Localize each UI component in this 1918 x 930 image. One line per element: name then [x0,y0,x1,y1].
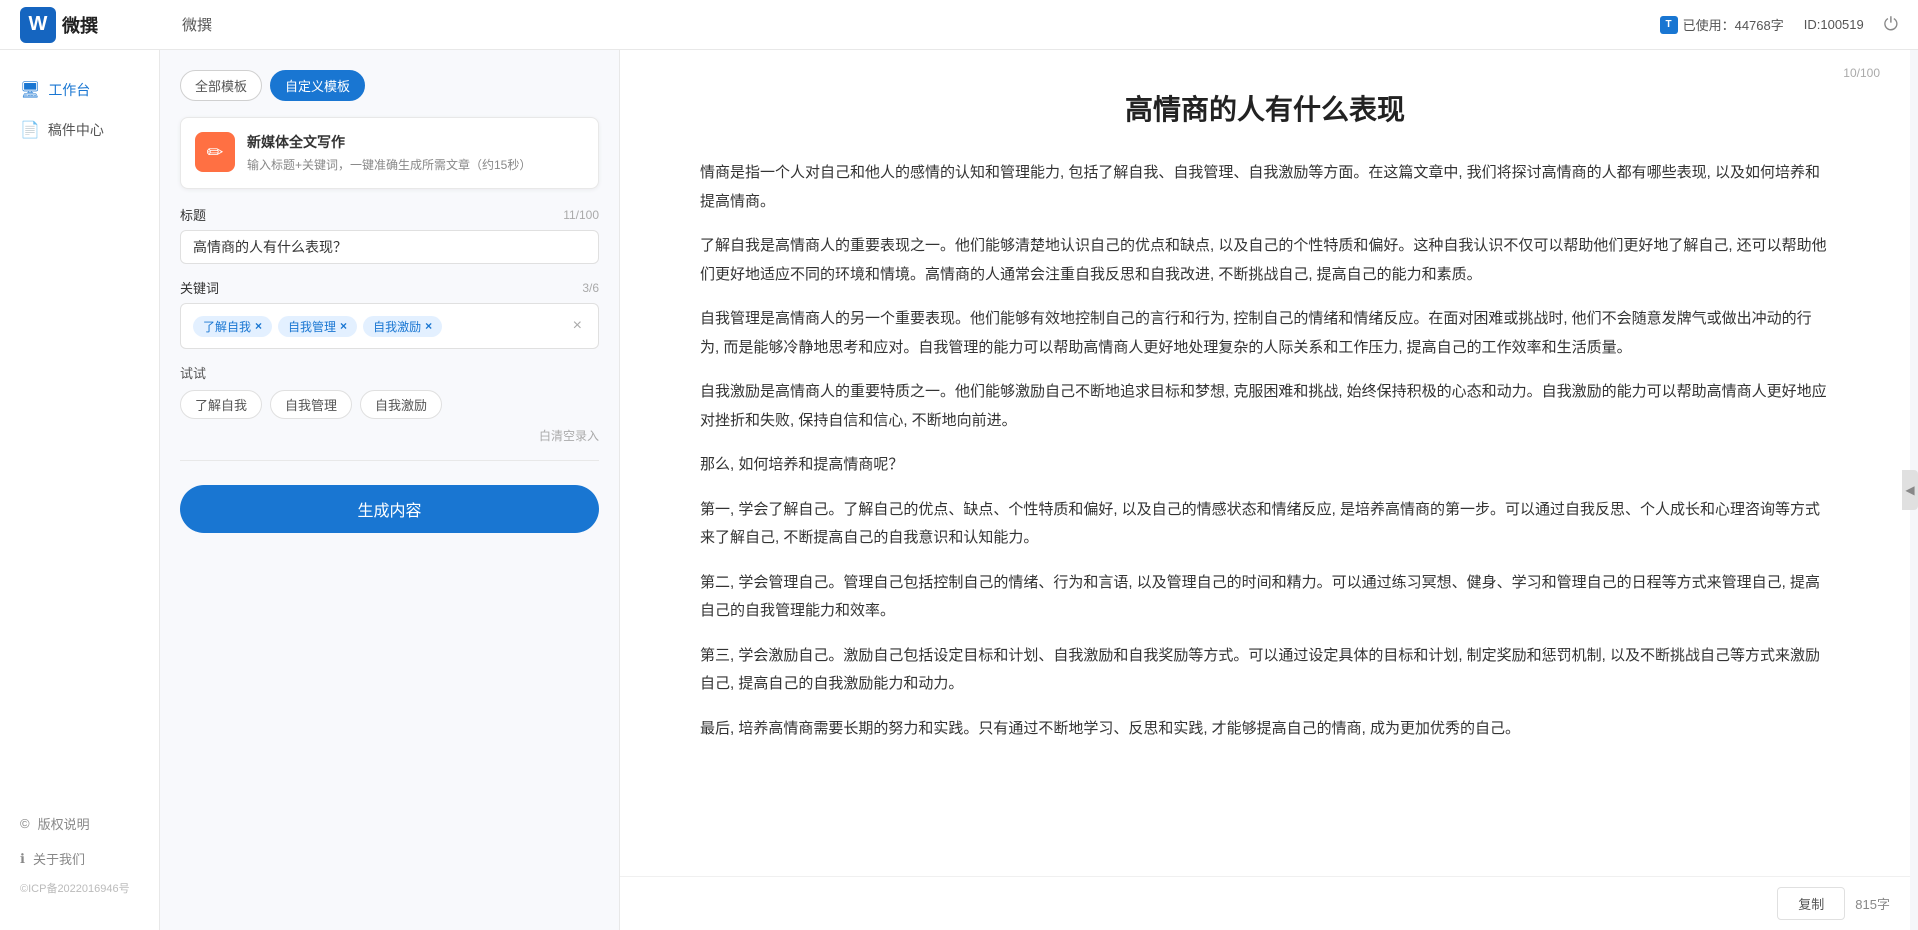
keyword-tag-2[interactable]: 自我管理 × [278,316,357,337]
tag-text-1: 了解自我 [203,318,251,335]
keywords-clear-btn[interactable]: × [569,317,586,335]
copyright-icon: © [20,816,30,831]
user-id: ID:100519 [1804,17,1864,32]
sidebar-copyright[interactable]: © 版权说明 [0,806,159,841]
collapse-handle[interactable]: ◀ [1902,470,1918,510]
keywords-box[interactable]: 了解自我 × 自我管理 × 自我激励 × × [180,303,599,349]
keywords-count: 3/6 [582,281,599,295]
card-content: 新媒体全文写作 输入标题+关键词，一键准确生成所需文章（约15秒） [247,132,584,174]
workbench-icon: 🖥 [20,80,40,100]
nav-app-name: 微撰 [182,14,212,35]
sidebar-about[interactable]: ℹ 关于我们 [0,841,159,876]
logo-letter: W [29,13,48,36]
tag-text-3: 自我激励 [373,318,421,335]
middle-panel: 全部模板 自定义模板 ✏ 新媒体全文写作 输入标题+关键词，一键准确生成所需文章… [160,50,620,930]
divider [180,460,599,461]
para-6: 第一, 学会了解自己。了解自己的优点、缺点、个性特质和偏好, 以及自己的情感状态… [700,496,1830,553]
para-4: 自我激励是高情商人的重要特质之一。他们能够激励自己不断地追求目标和梦想, 克服困… [700,378,1830,435]
para-5: 那么, 如何培养和提高情商呢？ [700,451,1830,480]
try-tag-1[interactable]: 了解自我 [180,390,262,419]
keywords-field-label: 关键词 3/6 [180,278,599,297]
title-label-text: 标题 [180,205,206,224]
usage-icon: T [1660,16,1678,34]
para-8: 第三, 学会激励自己。激励自己包括设定目标和计划、自我激励和自我奖励等方式。可以… [700,642,1830,699]
keyword-tag-3[interactable]: 自我激励 × [363,316,442,337]
sidebar-item-label-drafts: 稿件中心 [48,120,104,140]
logo-area: W 微撰 [20,7,170,43]
tag-close-1[interactable]: × [255,319,262,333]
tag-text-2: 自我管理 [288,318,336,335]
generate-button[interactable]: 生成内容 [180,485,599,533]
try-tag-2[interactable]: 自我管理 [270,390,352,419]
keywords-label-text: 关键词 [180,278,219,297]
card-icon: ✏ [195,132,235,172]
nav-left: W 微撰 微撰 [20,7,212,43]
content-bottom-bar: 复制 815字 [620,876,1910,930]
para-3: 自我管理是高情商人的另一个重要表现。他们能够有效地控制自己的言行和行为, 控制自… [700,305,1830,362]
copyright-label: 版权说明 [38,814,90,833]
article-title: 高情商的人有什么表现 [700,90,1830,129]
sidebar-item-drafts[interactable]: 📄 稿件中心 [0,110,159,150]
title-field-label: 标题 11/100 [180,205,599,224]
try-section: 试试 了解自我 自我管理 自我激励 白清空录入 [180,363,599,444]
title-input[interactable] [180,230,599,264]
try-tags: 了解自我 自我管理 自我激励 [180,390,599,419]
nav-right: T 已使用：44768字 ID:100519 ⏻ [1660,14,1898,35]
about-label: 关于我们 [33,849,85,868]
word-count: 815字 [1855,894,1890,913]
content-scroll: 高情商的人有什么表现 情商是指一个人对自己和他人的感情的认知和管理能力, 包括了… [620,50,1910,876]
try-label: 试试 [180,363,599,382]
top-navigation: W 微撰 微撰 T 已使用：44768字 ID:100519 ⏻ [0,0,1918,50]
collapse-icon: ◀ [1905,483,1914,497]
para-9: 最后, 培养高情商需要长期的努力和实践。只有通过不断地学习、反思和实践, 才能够… [700,715,1830,744]
article-body: 情商是指一个人对自己和他人的感情的认知和管理能力, 包括了解自我、自我管理、自我… [700,159,1830,743]
keyword-tag-1[interactable]: 了解自我 × [193,316,272,337]
para-2: 了解自我是高情商人的重要表现之一。他们能够清楚地认识自己的优点和缺点, 以及自己… [700,232,1830,289]
power-button[interactable]: ⏻ [1884,14,1898,35]
usage-info: T 已使用：44768字 [1660,15,1784,34]
clear-input-link[interactable]: 白清空录入 [180,427,599,444]
tag-close-2[interactable]: × [340,319,347,333]
sidebar-item-label-workbench: 工作台 [48,80,90,100]
para-1: 情商是指一个人对自己和他人的感情的认知和管理能力, 包括了解自我、自我管理、自我… [700,159,1830,216]
copy-button[interactable]: 复制 [1777,887,1845,920]
about-icon: ℹ [20,851,25,867]
para-7: 第二, 学会管理自己。管理自己包括控制自己的情绪、行为和言语, 以及管理自己的时… [700,569,1830,626]
page-counter: 10/100 [1843,66,1880,80]
tab-custom-templates[interactable]: 自定义模板 [270,70,365,101]
try-tag-3[interactable]: 自我激励 [360,390,442,419]
card-title: 新媒体全文写作 [247,132,584,152]
tag-close-3[interactable]: × [425,319,432,333]
icp-text: ©ICP备2022016946号 [0,876,159,900]
card-description: 输入标题+关键词，一键准确生成所需文章（约15秒） [247,156,584,174]
sidebar-bottom: © 版权说明 ℹ 关于我们 ©ICP备2022016946号 [0,806,159,910]
logo-text: 微撰 [62,12,98,38]
content-panel: 10/100 高情商的人有什么表现 情商是指一个人对自己和他人的感情的认知和管理… [620,50,1910,930]
tab-all-templates[interactable]: 全部模板 [180,70,262,101]
logo-icon: W [20,7,56,43]
title-count: 11/100 [563,208,599,222]
main-layout: 🖥 工作台 📄 稿件中心 © 版权说明 ℹ 关于我们 ©ICP备20220169… [0,50,1918,930]
usage-text: 已使用：44768字 [1683,15,1784,34]
sidebar-item-workbench[interactable]: 🖥 工作台 [0,70,159,110]
template-card-newmedia[interactable]: ✏ 新媒体全文写作 输入标题+关键词，一键准确生成所需文章（约15秒） [180,117,599,189]
sidebar: 🖥 工作台 📄 稿件中心 © 版权说明 ℹ 关于我们 ©ICP备20220169… [0,50,160,930]
template-tabs: 全部模板 自定义模板 [180,70,599,101]
drafts-icon: 📄 [20,120,40,140]
